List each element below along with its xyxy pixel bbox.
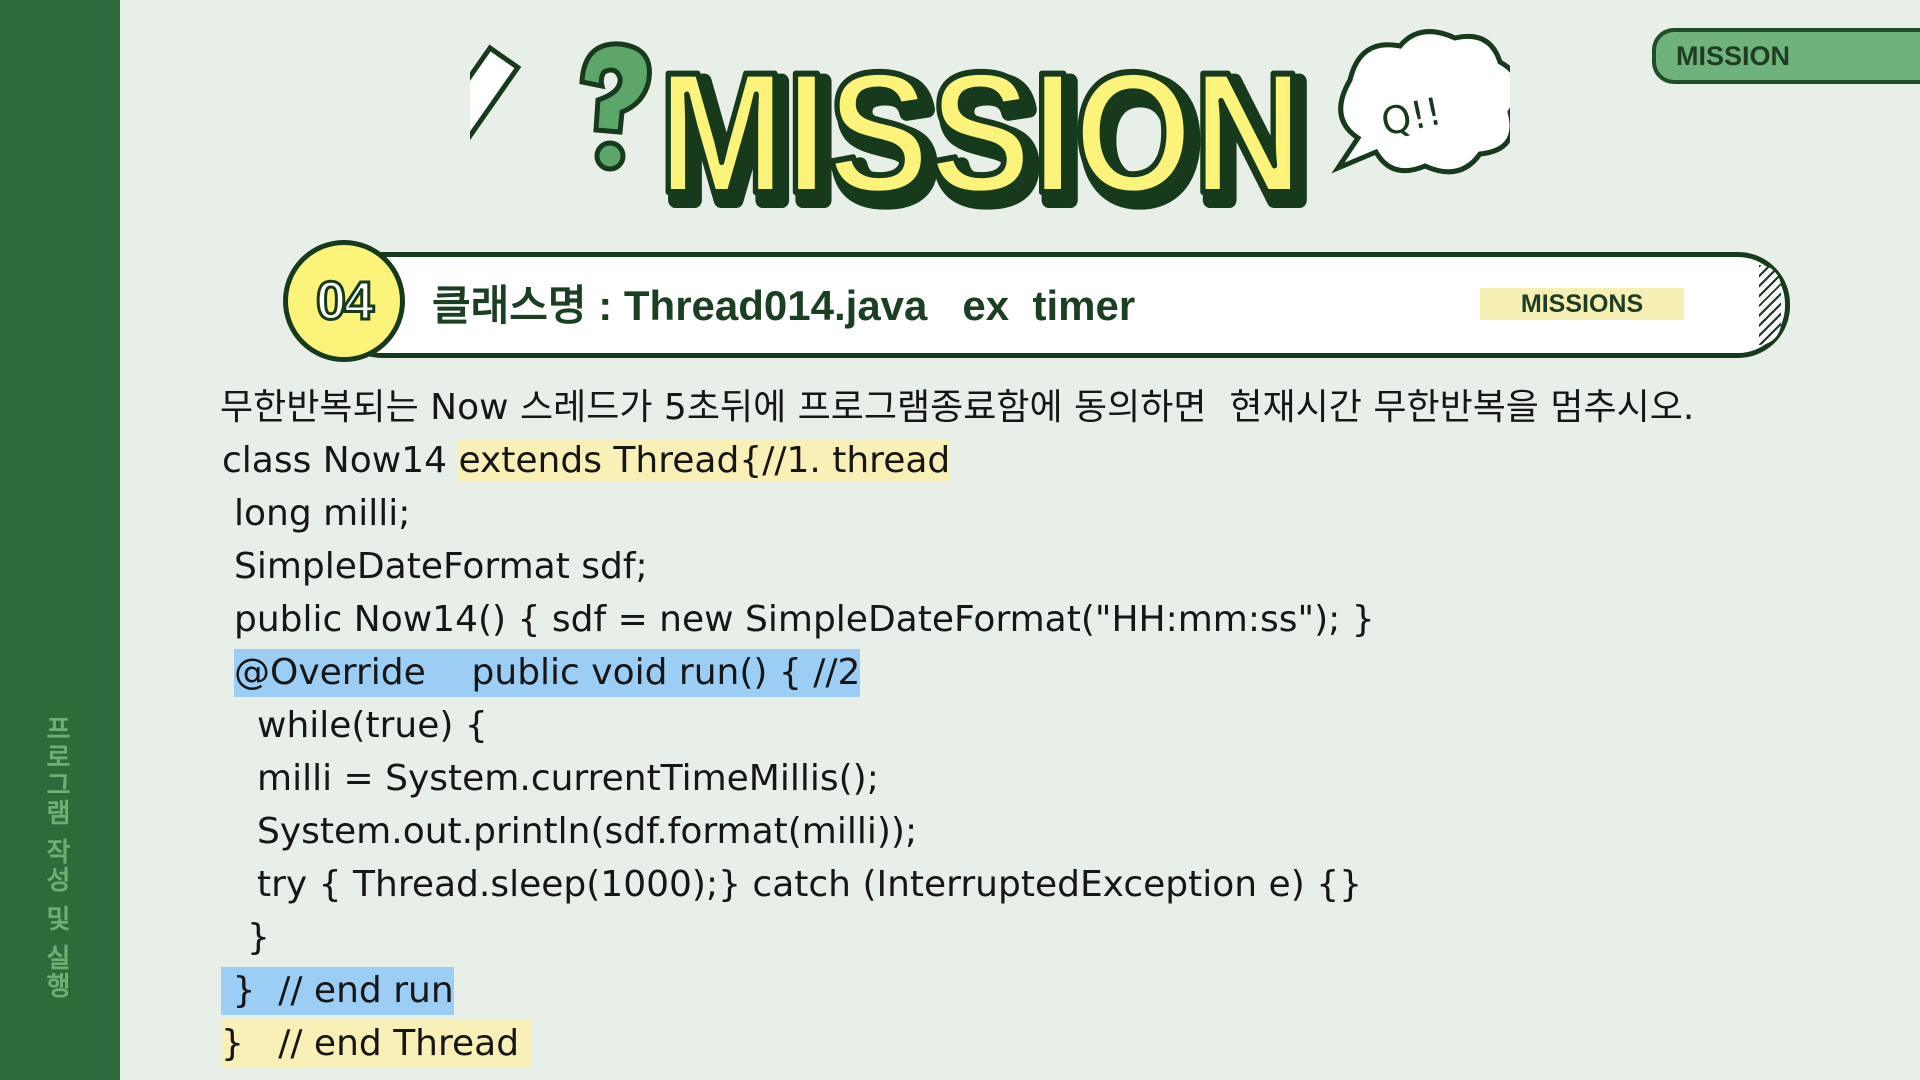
code-line-1a: class Now14 [222,440,459,481]
mission-number: 04 [314,270,375,333]
code-line-6: while(true) { [257,705,488,746]
code-line-1b-highlight: extends Thread{//1. thread [458,440,951,481]
code-line-4: public Now14() { sdf = new SimpleDateFor… [234,599,1375,640]
code-line-10: } [247,917,270,958]
mission-number-badge: 04 [283,240,405,362]
code-line-9: try { Thread.sleep(1000);} catch (Interr… [257,864,1362,905]
code-line-5-highlight: @Override public void run() { //2 [234,649,861,697]
description-text: 무한반복되는 Now 스레드가 5초뒤에 프로그램종료함에 동의하면 현재시간 … [220,387,1695,428]
exclamation-icon [470,44,522,142]
bar-hatch-decoration [1759,265,1781,345]
mission-title-graphic: MISSION MISSION Q!! [470,29,1510,220]
code-line-8: System.out.println(sdf.format(milli)); [257,811,918,852]
corner-tab-label: MISSION [1676,41,1791,71]
corner-mission-tab: MISSION [1652,28,1920,84]
missions-tag-label: MISSIONS [1520,290,1644,318]
missions-tag: MISSIONS [1480,288,1684,320]
class-name-label: 클래스명 : Thread014.java ex timer [432,282,1136,329]
code-line-2: long milli; [234,493,411,534]
code-line-7: milli = System.currentTimeMillis(); [257,758,879,799]
mission-title-text-fill: MISSION [658,37,1303,220]
code-line-12-highlight: } // end Thread [221,1020,531,1068]
code-line-1: class Now14 extends Thread{//1. thread [222,437,951,485]
code-line-3: SimpleDateFormat sdf; [234,546,648,587]
speech-bubble-icon: Q!! [1331,29,1510,175]
question-mark-icon [579,41,652,172]
sidebar-vertical-label: 프로그램 작성 및 실행 [41,715,71,1001]
left-sidebar: 프로그램 작성 및 실행 [0,0,120,1080]
code-line-11-highlight: } // end run [221,967,454,1015]
